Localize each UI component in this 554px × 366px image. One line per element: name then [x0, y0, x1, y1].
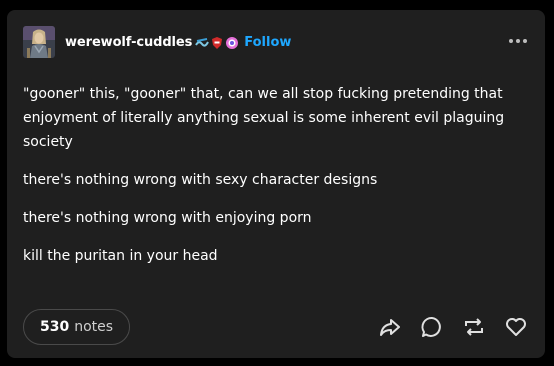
more-options-icon[interactable] — [507, 33, 529, 47]
avatar[interactable] — [23, 26, 55, 58]
wave-badge-icon[interactable] — [195, 35, 210, 49]
post-footer: 530 notes — [23, 309, 529, 345]
reply-icon[interactable] — [419, 314, 445, 340]
like-icon[interactable] — [503, 314, 529, 340]
follow-button[interactable]: Follow — [244, 35, 291, 50]
badge-group — [195, 35, 240, 49]
notes-button[interactable]: 530 notes — [23, 309, 131, 345]
post-actions — [361, 314, 529, 340]
pink-gear-badge-icon[interactable] — [225, 35, 239, 49]
post-header: werewolf-cuddles Follow — [23, 25, 529, 59]
red-shield-badge-icon[interactable] — [210, 35, 224, 49]
reblog-icon[interactable] — [461, 314, 487, 340]
blog-name[interactable]: werewolf-cuddles — [65, 35, 192, 50]
post-paragraph: "gooner" this, "gooner" that, can we all… — [23, 86, 505, 150]
notes-label: notes — [74, 319, 114, 335]
post-paragraph: there's nothing wrong with sexy characte… — [23, 172, 378, 188]
share-icon[interactable] — [377, 314, 403, 340]
post-paragraph: there's nothing wrong with enjoying porn — [23, 210, 312, 226]
post-paragraph: kill the puritan in your head — [23, 248, 218, 264]
post-card: werewolf-cuddles Follow "gooner" this, "… — [7, 10, 545, 358]
post-body: "gooner" this, "gooner" that, can we all… — [23, 82, 528, 282]
notes-count: 530 — [40, 319, 70, 335]
